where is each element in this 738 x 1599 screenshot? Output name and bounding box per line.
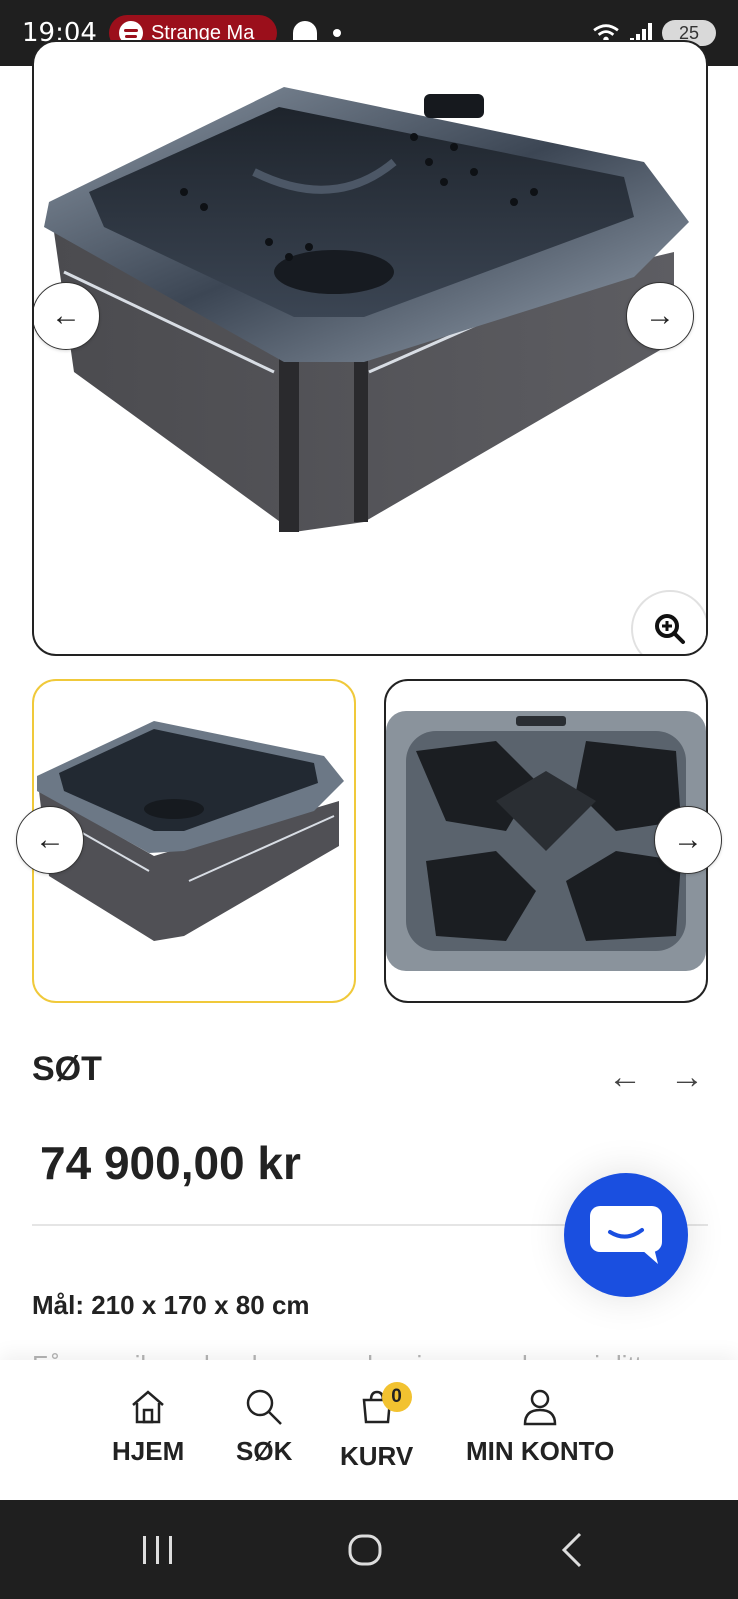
chat-button[interactable] — [564, 1173, 688, 1297]
user-icon — [523, 1389, 557, 1426]
nav-search-label: SØK — [236, 1436, 293, 1466]
previous-product-button[interactable]: ← — [608, 1058, 642, 1097]
nav-home[interactable]: HJEM — [112, 1388, 184, 1467]
arrow-left-icon: ← — [608, 1058, 642, 1096]
arrow-left-icon: ← — [51, 299, 81, 332]
hot-tub-image — [44, 87, 689, 532]
cart-count-badge: 0 — [381, 1382, 412, 1412]
arrow-left-icon: ← — [35, 823, 65, 856]
next-product-button[interactable]: → — [670, 1058, 704, 1097]
search-icon — [246, 1389, 283, 1425]
main-product-image[interactable]: ← → — [32, 40, 708, 656]
home-icon — [132, 1390, 164, 1424]
arrow-right-icon: → — [670, 1058, 704, 1096]
product-price: 74 900,00 kr — [40, 1137, 301, 1189]
thumbnails-prev-button[interactable]: ← — [16, 806, 84, 874]
gallery-prev-button[interactable]: ← — [34, 282, 100, 350]
nav-home-label: HJEM — [112, 1436, 185, 1466]
back-icon[interactable] — [561, 1532, 582, 1568]
home-circle-icon[interactable] — [348, 1534, 382, 1566]
chat-bubble-icon — [590, 1206, 662, 1264]
product-dimensions: Mål: 210 x 170 x 80 cm — [32, 1290, 310, 1320]
zoom-button[interactable] — [631, 590, 706, 654]
nav-account[interactable]: MIN KONTO — [466, 1388, 614, 1467]
bottom-navigation: HJEM SØK 0 KURV MIN KONTO — [0, 1360, 738, 1500]
system-navigation-bar — [0, 1500, 738, 1599]
arrow-right-icon: → — [645, 299, 675, 332]
nav-cart-label: KURV — [340, 1441, 414, 1471]
gallery-next-button[interactable]: → — [626, 282, 694, 350]
notification-dot-icon — [332, 29, 341, 37]
nav-account-label: MIN KONTO — [466, 1436, 615, 1466]
nav-cart[interactable]: 0 KURV — [340, 1382, 414, 1472]
thumbnails-next-button[interactable]: → — [654, 806, 722, 874]
nav-search[interactable]: SØK — [236, 1388, 292, 1467]
zoom-in-icon — [655, 614, 685, 644]
arrow-right-icon: → — [673, 823, 703, 856]
recent-apps-icon[interactable] — [143, 1536, 172, 1564]
product-title: SØT — [32, 1050, 102, 1088]
